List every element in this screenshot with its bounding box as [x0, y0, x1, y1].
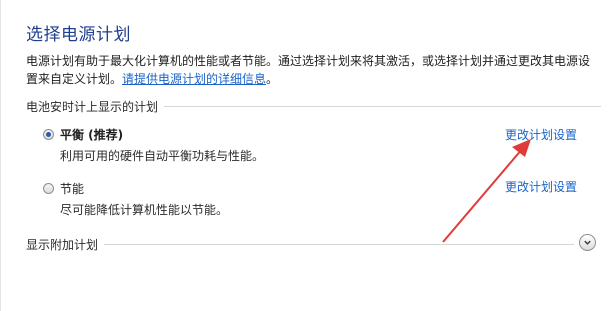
power-options-panel: 选择电源计划 电源计划有助于最大化计算机的性能或者节能。通过选择计划来将其激活，…	[0, 0, 608, 311]
annotation-arrow	[442, 139, 531, 243]
